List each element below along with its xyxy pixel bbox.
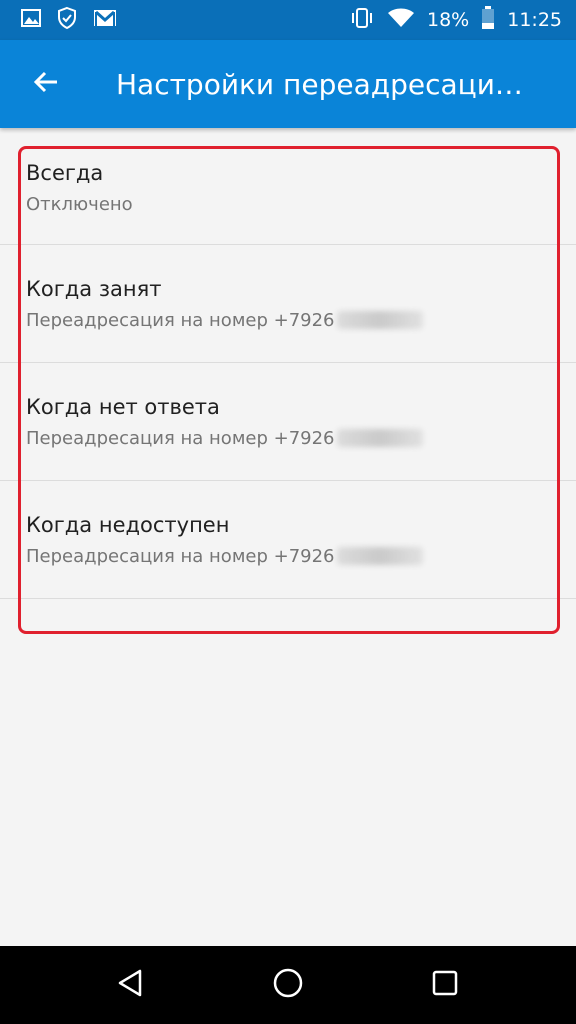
summary-text: Переадресация на номер +7926 (26, 428, 335, 449)
arrow-back-icon (32, 68, 60, 100)
item-summary: Переадресация на номер +7926 (26, 307, 576, 335)
image-icon (20, 7, 42, 33)
blurred-number (336, 429, 423, 447)
battery-percent: 18% (427, 9, 470, 31)
nav-recents-button[interactable] (415, 955, 475, 1015)
status-notifications (20, 6, 132, 34)
item-title: Когда нет ответа (26, 395, 220, 419)
status-system: 18% 11:25 (337, 6, 562, 34)
navigation-bar (0, 946, 576, 1024)
forwarding-item-always[interactable]: Всегда Отключено (0, 128, 576, 245)
battery-icon (481, 6, 495, 34)
gmail-icon (92, 7, 118, 33)
nav-home-button[interactable] (258, 955, 318, 1015)
item-summary: Переадресация на номер +7926 (26, 543, 576, 571)
forwarding-item-no-answer[interactable]: Когда нет ответа Переадресация на номер … (0, 363, 576, 481)
recents-square-icon (431, 969, 459, 1001)
page-title: Настройки переадресаци… (116, 67, 523, 101)
blurred-number (336, 311, 423, 329)
summary-text: Переадресация на номер +7926 (26, 546, 335, 567)
shield-check-icon (56, 6, 78, 34)
item-summary: Переадресация на номер +7926 (26, 425, 576, 453)
status-bar: 18% 11:25 (0, 0, 576, 40)
forwarding-item-busy[interactable]: Когда занят Переадресация на номер +7926 (0, 245, 576, 363)
vibrate-icon (349, 7, 375, 33)
back-button[interactable] (24, 62, 68, 106)
item-title: Всегда (26, 161, 104, 185)
item-summary: Отключено (26, 194, 133, 215)
nav-back-button[interactable] (101, 955, 161, 1015)
home-circle-icon (272, 967, 304, 1003)
app-bar: Настройки переадресаци… (0, 40, 576, 128)
blurred-number (336, 547, 423, 565)
forwarding-list: Всегда Отключено Когда занят Переадресац… (0, 128, 576, 599)
item-title: Когда занят (26, 277, 162, 301)
wifi-icon (387, 7, 415, 33)
clock: 11:25 (507, 9, 562, 31)
item-title: Когда недоступен (26, 513, 230, 537)
back-triangle-icon (116, 968, 146, 1002)
forwarding-item-unreachable[interactable]: Когда недоступен Переадресация на номер … (0, 481, 576, 599)
summary-text: Переадресация на номер +7926 (26, 310, 335, 331)
